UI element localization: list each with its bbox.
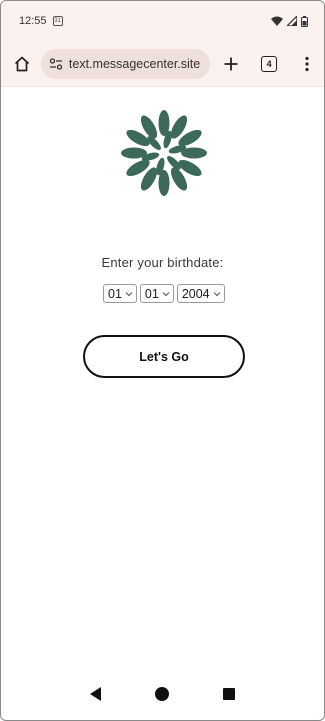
- back-icon[interactable]: [90, 687, 101, 701]
- birthdate-selects: 01 01 2004: [103, 284, 225, 303]
- new-tab-button[interactable]: [220, 53, 242, 75]
- home-circle-icon[interactable]: [155, 687, 169, 701]
- year-select[interactable]: 2004: [176, 284, 225, 303]
- lets-go-button[interactable]: Let's Go: [83, 335, 245, 378]
- site-settings-icon[interactable]: [49, 57, 63, 70]
- day-select[interactable]: 01: [139, 284, 174, 303]
- chevron-down-icon: [162, 291, 170, 297]
- home-icon: [14, 56, 30, 71]
- day-value: 01: [144, 286, 159, 301]
- wifi-icon: [271, 16, 283, 26]
- chevron-down-icon: [125, 291, 133, 297]
- month-select[interactable]: 01: [103, 284, 137, 303]
- plus-icon: [224, 57, 238, 70]
- signal-icon: [287, 16, 297, 26]
- year-value: 2004: [181, 286, 210, 301]
- status-bar: 12:55 31: [1, 1, 324, 41]
- system-nav-bar: [1, 668, 324, 720]
- tab-switcher-button[interactable]: 4: [258, 53, 280, 75]
- status-time: 12:55: [19, 15, 47, 27]
- chevron-down-icon: [213, 291, 221, 297]
- flower-logo-icon: [121, 110, 207, 196]
- calendar-notification-icon: 31: [52, 16, 63, 26]
- battery-icon: [301, 15, 308, 27]
- status-icons: [271, 15, 308, 27]
- month-value: 01: [108, 286, 122, 301]
- url-text: text.messagecenter.site: [68, 56, 201, 71]
- browser-toolbar: text.messagecenter.site 4: [1, 41, 324, 87]
- phone-screen: 12:55 31 text.messagecenter.site 4 Enter…: [0, 0, 325, 721]
- home-button[interactable]: [11, 53, 33, 75]
- tab-switcher-icon: 4: [261, 55, 278, 72]
- menu-button[interactable]: [296, 53, 318, 75]
- recents-icon[interactable]: [223, 688, 235, 700]
- address-bar[interactable]: text.messagecenter.site: [40, 48, 211, 79]
- more-vert-icon: [305, 56, 309, 71]
- birthdate-prompt: Enter your birthdate:: [101, 255, 224, 270]
